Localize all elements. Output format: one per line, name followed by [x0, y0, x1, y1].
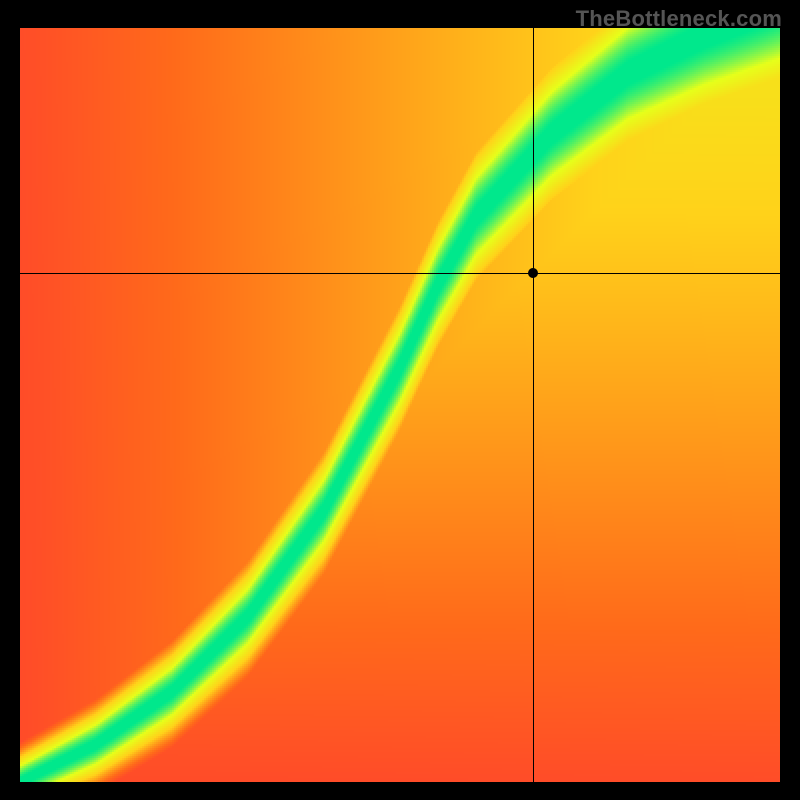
- plot-area: [20, 28, 780, 782]
- heatmap-canvas: [20, 28, 780, 782]
- chart-frame: TheBottleneck.com: [0, 0, 800, 800]
